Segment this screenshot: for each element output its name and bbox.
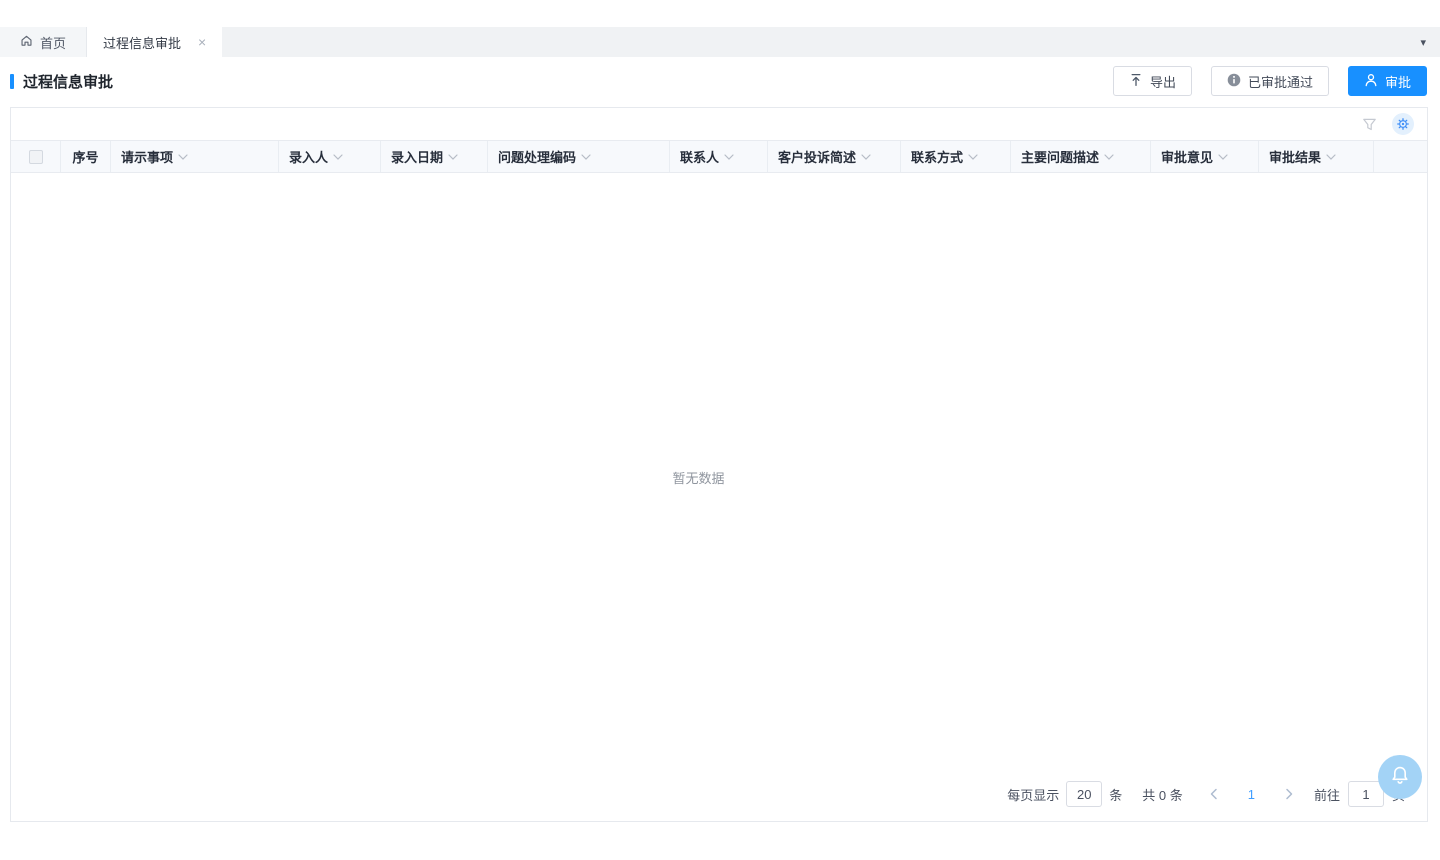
column-label: 录入人 bbox=[289, 147, 328, 166]
column-label: 审批意见 bbox=[1161, 147, 1213, 166]
prev-page-icon[interactable] bbox=[1209, 788, 1219, 800]
empty-state-text: 暂无数据 bbox=[11, 468, 1386, 487]
info-icon bbox=[1227, 73, 1241, 90]
chevron-down-icon bbox=[968, 154, 978, 160]
column-header-entry-date[interactable]: 录入日期 bbox=[381, 141, 488, 172]
app-window: 首页 过程信息审批 × ▾ 过程信息审批 导出 bbox=[0, 0, 1440, 860]
caret-down-icon[interactable]: ▾ bbox=[1420, 36, 1426, 49]
next-page-icon[interactable] bbox=[1284, 788, 1294, 800]
chevron-down-icon bbox=[1104, 154, 1114, 160]
export-label: 导出 bbox=[1150, 72, 1176, 91]
total-count: 共 0 条 bbox=[1142, 785, 1182, 804]
chevron-down-icon bbox=[1218, 154, 1228, 160]
column-header-contact-method[interactable]: 联系方式 bbox=[901, 141, 1011, 172]
column-header-approval-opinion[interactable]: 审批意见 bbox=[1151, 141, 1259, 172]
pagination: 每页显示 条 共 0 条 1 前往 页 bbox=[1007, 780, 1405, 808]
close-icon[interactable]: × bbox=[198, 35, 206, 49]
export-button[interactable]: 导出 bbox=[1113, 66, 1192, 96]
approve-button[interactable]: 审批 bbox=[1348, 66, 1427, 96]
chevron-down-icon bbox=[1326, 154, 1336, 160]
action-buttons: 导出 已审批通过 审批 bbox=[1113, 66, 1427, 96]
column-label: 录入日期 bbox=[391, 147, 443, 166]
per-page-label: 每页显示 bbox=[1007, 785, 1059, 804]
column-header-request-item[interactable]: 请示事项 bbox=[111, 141, 279, 172]
column-header-contact[interactable]: 联系人 bbox=[670, 141, 768, 172]
column-label: 客户投诉简述 bbox=[778, 147, 856, 166]
select-all-checkbox[interactable] bbox=[29, 150, 43, 164]
chevron-down-icon bbox=[581, 154, 591, 160]
column-header-issue-code[interactable]: 问题处理编码 bbox=[488, 141, 670, 172]
goto-label: 前往 bbox=[1314, 785, 1340, 804]
chevron-down-icon bbox=[333, 154, 343, 160]
page-number-1[interactable]: 1 bbox=[1248, 787, 1255, 802]
upload-icon bbox=[1129, 73, 1143, 90]
table-panel: 序号 请示事项 录入人 录入日期 问题处理编码 联系人 bbox=[10, 107, 1428, 822]
table-body: 暂无数据 bbox=[11, 173, 1427, 821]
column-label: 联系方式 bbox=[911, 147, 963, 166]
select-all-cell bbox=[11, 141, 61, 172]
title-accent-bar bbox=[10, 74, 14, 89]
notification-bell-button[interactable] bbox=[1378, 755, 1422, 799]
chevron-down-icon bbox=[178, 154, 188, 160]
column-header-filler bbox=[1374, 141, 1427, 172]
per-page-unit: 条 bbox=[1109, 785, 1122, 804]
filter-icon[interactable] bbox=[1362, 117, 1377, 132]
tab-home-label: 首页 bbox=[40, 33, 66, 52]
column-label: 问题处理编码 bbox=[498, 147, 576, 166]
approve-label: 审批 bbox=[1385, 72, 1411, 91]
title-row: 过程信息审批 导出 bbox=[10, 66, 1427, 96]
column-header-complaint-summary[interactable]: 客户投诉简述 bbox=[768, 141, 901, 172]
table-toolbar bbox=[11, 108, 1427, 140]
column-header-seq: 序号 bbox=[61, 141, 111, 172]
tab-active-label: 过程信息审批 bbox=[103, 33, 181, 52]
per-page-input[interactable] bbox=[1066, 781, 1102, 807]
column-label: 联系人 bbox=[680, 147, 719, 166]
column-header-main-issue[interactable]: 主要问题描述 bbox=[1011, 141, 1151, 172]
column-header-entered-by[interactable]: 录入人 bbox=[279, 141, 381, 172]
chevron-down-icon bbox=[724, 154, 734, 160]
column-label: 请示事项 bbox=[121, 147, 173, 166]
home-icon bbox=[20, 34, 33, 50]
approved-passed-label: 已审批通过 bbox=[1248, 72, 1313, 91]
column-label: 审批结果 bbox=[1269, 147, 1321, 166]
settings-gear-icon[interactable] bbox=[1392, 113, 1414, 135]
column-label: 主要问题描述 bbox=[1021, 147, 1099, 166]
tab-process-approval[interactable]: 过程信息审批 × bbox=[87, 27, 222, 57]
bell-icon bbox=[1388, 763, 1412, 792]
page-title: 过程信息审批 bbox=[10, 71, 113, 92]
table-header-row: 序号 请示事项 录入人 录入日期 问题处理编码 联系人 bbox=[11, 140, 1427, 173]
column-header-approval-result[interactable]: 审批结果 bbox=[1259, 141, 1374, 172]
chevron-down-icon bbox=[448, 154, 458, 160]
tab-home[interactable]: 首页 bbox=[0, 27, 87, 57]
person-icon bbox=[1364, 73, 1378, 90]
tab-bar: 首页 过程信息审批 × ▾ bbox=[0, 27, 1440, 57]
chevron-down-icon bbox=[861, 154, 871, 160]
column-label: 序号 bbox=[72, 147, 98, 166]
approved-passed-button[interactable]: 已审批通过 bbox=[1211, 66, 1329, 96]
page-title-text: 过程信息审批 bbox=[23, 71, 113, 92]
